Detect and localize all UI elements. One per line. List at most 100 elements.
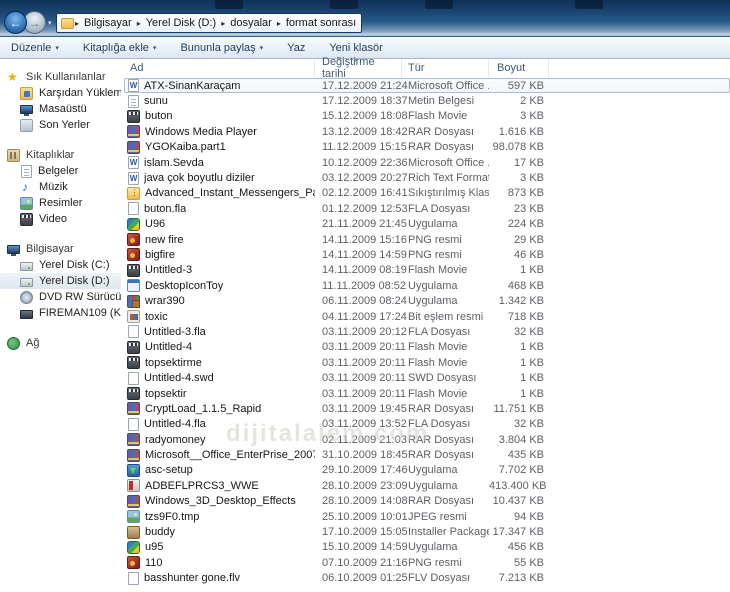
- breadcrumb: ▸Bilgisayar▸Yerel Disk (D:)▸dosyalar▸for…: [74, 17, 362, 29]
- toolbar-button-yaz[interactable]: Yaz: [287, 42, 305, 54]
- desktop-icon: [20, 105, 33, 114]
- sidebar-section-bilgisayar-header[interactable]: Bilgisayar: [0, 241, 122, 257]
- breadcrumb-item[interactable]: dosyalar: [226, 17, 276, 29]
- file-size-cell: 94 KB: [489, 511, 549, 523]
- breadcrumb-item[interactable]: Bilgisayar: [80, 17, 136, 29]
- file-row[interactable]: ATX-SinanKaraçam17.12.2009 21:24Microsof…: [124, 78, 730, 93]
- file-row[interactable]: new fire14.11.2009 15:16PNG resmi29 KB: [124, 232, 730, 247]
- file-date-cell: 10.12.2009 22:36: [315, 157, 402, 169]
- file-date-cell: 03.11.2009 20:11: [315, 357, 402, 369]
- explorer-content: Sık KullanılanlarKarşıdan YüklemelerMasa…: [0, 59, 730, 592]
- file-row[interactable]: ADBEFLPRCS3_WWE28.10.2009 23:09Uygulama4…: [124, 478, 730, 493]
- libraries-icon: [7, 149, 20, 162]
- sidebar-item-resimler[interactable]: Resimler: [0, 195, 121, 211]
- file-row[interactable]: toxic04.11.2009 17:24Bit eşlem resmi718 …: [124, 309, 730, 324]
- file-row[interactable]: CryptLoad_1.1.5_Rapid03.11.2009 19:45RAR…: [124, 401, 730, 416]
- breadcrumb-item[interactable]: format sonrası: [282, 17, 360, 29]
- recent-pages-chevron-icon[interactable]: ▾: [48, 19, 52, 27]
- documents-library-icon: [21, 165, 32, 178]
- sidebar-item-belgeler[interactable]: Belgeler: [0, 163, 121, 179]
- file-date-cell: 01.12.2009 12:53: [315, 203, 402, 215]
- file-row[interactable]: wrar39006.11.2009 08:24Uygulama1.342 KB: [124, 293, 730, 308]
- sidebar-item-yerel-disk-c[interactable]: Yerel Disk (C:): [0, 257, 121, 273]
- sidebar-item-muzik[interactable]: Müzik: [0, 179, 121, 195]
- file-size-cell: 17.347 KB: [489, 526, 549, 538]
- file-row[interactable]: 11007.10.2009 21:16PNG resmi55 KB: [124, 555, 730, 570]
- file-row[interactable]: u9515.10.2009 14:59Uygulama456 KB: [124, 540, 730, 555]
- file-name-text: ATX-SinanKaraçam: [144, 80, 240, 92]
- sidebar-item-dvd-rw-surucusu[interactable]: DVD RW Sürücüsü (E: [0, 289, 121, 305]
- file-row[interactable]: buddy17.10.2009 15:05Installer Package17…: [124, 524, 730, 539]
- toolbar-button-kitapliga-ekle[interactable]: Kitaplığa ekle▾: [83, 42, 157, 54]
- sidebar-section-kitapliklar-header[interactable]: Kitaplıklar: [0, 147, 122, 163]
- file-type-cell: Installer Package: [402, 526, 489, 538]
- file-row[interactable]: topsektirme03.11.2009 20:11Flash Movie1 …: [124, 355, 730, 370]
- file-row[interactable]: buton.fla01.12.2009 12:53FLA Dosyası23 K…: [124, 201, 730, 216]
- file-name-text: Advanced_Instant_Messengers_Password...: [145, 187, 315, 199]
- sidebar-item-yerel-disk-d[interactable]: Yerel Disk (D:): [0, 273, 121, 289]
- toolbar-button-yeni-klasor[interactable]: Yeni klasör: [329, 42, 382, 54]
- file-date-cell: 17.10.2009 15:05: [315, 526, 402, 538]
- file-row[interactable]: U9621.11.2009 21:45Uygulama224 KB: [124, 217, 730, 232]
- file-type-cell: Uygulama: [402, 280, 489, 292]
- file-date-cell: 28.10.2009 23:09: [315, 480, 402, 492]
- file-row[interactable]: Untitled-314.11.2009 08:19Flash Movie1 K…: [124, 263, 730, 278]
- file-date-cell: 25.10.2009 10:01: [315, 511, 402, 523]
- sidebar-item-masaustu[interactable]: Masaüstü: [0, 101, 121, 117]
- file-name-cell: buddy: [124, 526, 315, 539]
- sidebar-item-son-yerler[interactable]: Son Yerler: [0, 117, 121, 133]
- toolbar-button-bununla-paylas[interactable]: Bununla paylaş▾: [180, 42, 263, 54]
- sidebar-item-video[interactable]: Video: [0, 211, 121, 227]
- column-header-label: Değiştirme tarihi: [322, 56, 401, 80]
- file-row[interactable]: topsektir03.11.2009 20:11Flash Movie1 KB: [124, 386, 730, 401]
- zip-folder-icon: [127, 187, 140, 200]
- file-row[interactable]: Untitled-4.fla03.11.2009 13:52FLA Dosyas…: [124, 417, 730, 432]
- file-date-cell: 13.12.2009 18:42: [315, 126, 402, 138]
- file-row[interactable]: java çok boyutlu diziler03.12.2009 20:27…: [124, 170, 730, 185]
- file-row[interactable]: radyomoney02.11.2009 21:03RAR Dosyası3.8…: [124, 432, 730, 447]
- column-header-type[interactable]: Tür: [402, 59, 489, 77]
- toolbar-button-duzenle[interactable]: Düzenle▾: [11, 42, 59, 54]
- file-row[interactable]: tzs9F0.tmp25.10.2009 10:01JPEG resmi94 K…: [124, 509, 730, 524]
- column-header-size[interactable]: Boyut: [489, 59, 549, 77]
- address-bar[interactable]: ▸Bilgisayar▸Yerel Disk (D:)▸dosyalar▸for…: [56, 13, 362, 33]
- file-name-text: YGOKaiba.part1: [145, 141, 226, 153]
- sidebar-item-karsidan-yuklemeler[interactable]: Karşıdan Yüklemeler: [0, 85, 121, 101]
- file-rows: ATX-SinanKaraçam17.12.2009 21:24Microsof…: [124, 77, 730, 586]
- file-row[interactable]: Advanced_Instant_Messengers_Password...0…: [124, 186, 730, 201]
- file-row[interactable]: asc-setup29.10.2009 17:46Uygulama7.702 K…: [124, 463, 730, 478]
- file-row[interactable]: basshunter gone.flv06.10.2009 01:25FLV D…: [124, 571, 730, 586]
- toolbar-button-label: Bununla paylaş: [180, 42, 255, 54]
- file-row[interactable]: sunu17.12.2009 18:37Metin Belgesi2 KB: [124, 93, 730, 108]
- file-name-text: Windows Media Player: [145, 126, 257, 138]
- file-type-cell: RAR Dosyası: [402, 403, 489, 415]
- file-type-cell: RAR Dosyası: [402, 141, 489, 153]
- rar-archive-icon: [127, 433, 140, 446]
- sidebar-item-label: Son Yerler: [39, 119, 90, 131]
- column-header-date[interactable]: Değiştirme tarihi▾: [315, 59, 402, 77]
- file-row[interactable]: Windows Media Player13.12.2009 18:42RAR …: [124, 124, 730, 139]
- file-name-cell: toxic: [124, 310, 315, 323]
- file-row[interactable]: buton15.12.2009 18:08Flash Movie3 KB: [124, 109, 730, 124]
- sidebar-section-ag-header[interactable]: Ağ: [0, 335, 122, 351]
- file-type-cell: FLA Dosyası: [402, 326, 489, 338]
- sidebar-section-sik-kullanilanlar-header[interactable]: Sık Kullanılanlar: [0, 69, 122, 85]
- column-header-row: AdDeğiştirme tarihi▾TürBoyut: [124, 59, 730, 77]
- file-name-text: wrar390: [145, 295, 185, 307]
- file-row[interactable]: Untitled-4.swd03.11.2009 20:11SWD Dosyas…: [124, 370, 730, 385]
- file-row[interactable]: islam.Sevda10.12.2009 22:36Microsoft Off…: [124, 155, 730, 170]
- file-row[interactable]: bigfire14.11.2009 14:59PNG resmi46 KB: [124, 247, 730, 262]
- file-row[interactable]: Microsoft__Office_EnterPrise_2007__activ…: [124, 447, 730, 462]
- file-type-cell: Rich Text Format: [402, 172, 489, 184]
- back-button[interactable]: ←: [4, 11, 27, 34]
- file-row[interactable]: Untitled-3.fla03.11.2009 20:12FLA Dosyas…: [124, 324, 730, 339]
- file-row[interactable]: Untitled-403.11.2009 20:11Flash Movie1 K…: [124, 340, 730, 355]
- column-header-name[interactable]: Ad: [124, 59, 315, 77]
- file-row[interactable]: Windows_3D_Desktop_Effects28.10.2009 14:…: [124, 494, 730, 509]
- file-type-cell: RAR Dosyası: [402, 495, 489, 507]
- sidebar-item-fireman109-k[interactable]: FIREMAN109 (K:): [0, 305, 121, 321]
- file-row[interactable]: YGOKaiba.part111.12.2009 15:15RAR Dosyas…: [124, 140, 730, 155]
- file-row[interactable]: DesktopIconToy11.11.2009 08:52Uygulama46…: [124, 278, 730, 293]
- file-size-cell: 23 KB: [489, 203, 549, 215]
- breadcrumb-item[interactable]: Yerel Disk (D:): [142, 17, 221, 29]
